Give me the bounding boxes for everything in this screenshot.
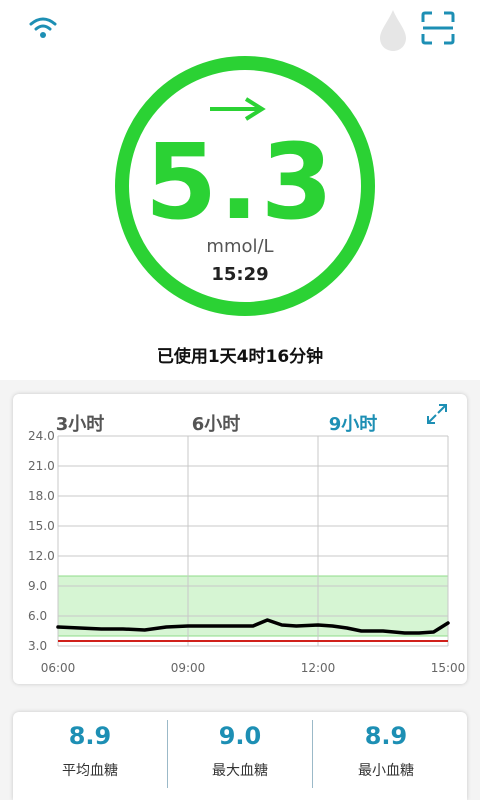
scan-icon[interactable] [420,10,456,46]
y-tick-label: 18.0 [28,489,55,503]
reading-time: 15:29 [211,264,269,285]
y-tick-label: 6.0 [28,609,47,623]
x-tick-label: 12:00 [301,661,336,675]
x-tick-label: 06:00 [41,661,76,675]
y-tick-label: 3.0 [28,639,47,653]
glucose-line-chart: 24.0 21.0 18.0 15.0 12.0 9.0 6.0 3.0 06:00 09:00 1… [28,429,466,675]
stat-min: 8.9 最小血糖 [311,712,461,800]
blood-drop-icon[interactable] [376,8,410,52]
y-tick-label: 12.0 [28,549,55,563]
average-value: 8.9 [68,722,112,750]
glucose-unit: mmol/L [206,236,274,257]
average-label: 平均血糖 [62,763,118,779]
max-label: 最大血糖 [212,763,268,779]
x-tick-label: 15:00 [431,661,466,675]
y-tick-label: 9.0 [28,579,47,593]
glucose-value: 5.3 [144,121,336,243]
glucose-chart-card: 3小时 6小时 9小时 24.0 21.0 18.0 15.0 12.0 9.0 6.0 3.… [13,394,467,684]
arrow-right-icon [210,97,266,121]
reading-panel: 5.3 mmol/L 15:29 已使用1天4时16分钟 [0,0,480,380]
max-value: 9.0 [218,722,262,750]
y-tick-label: 21.0 [28,459,55,473]
min-label: 最小血糖 [358,763,414,779]
wifi-icon [29,17,57,38]
y-tick-label: 15.0 [28,519,55,533]
stats-card: 8.9 平均血糖 9.0 最大血糖 8.9 最小血糖 [13,712,467,800]
x-tick-label: 09:00 [171,661,206,675]
stat-max: 9.0 最大血糖 [165,712,315,800]
y-tick-label: 24.0 [28,429,55,443]
stat-average: 8.9 平均血糖 [15,712,165,800]
sensor-usage-text: 已使用1天4时16分钟 [156,347,324,367]
min-value: 8.9 [364,722,408,750]
